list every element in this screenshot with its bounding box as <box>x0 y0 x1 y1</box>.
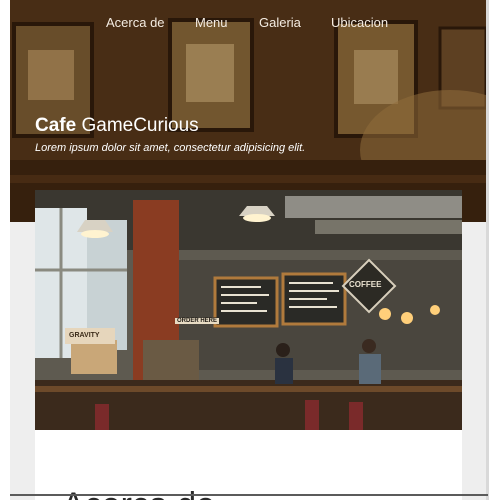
cafe-interior-photo <box>35 190 462 430</box>
hero-header: Acerca de Menu Galeria Ubicacion Cafe Ga… <box>10 0 486 222</box>
viewport-bottom-border <box>10 494 488 496</box>
browser-viewport: Acerca de Menu Galeria Ubicacion Cafe Ga… <box>10 0 486 500</box>
nav-item-galeria[interactable]: Galeria <box>259 14 301 32</box>
top-navigation: Acerca de Menu Galeria Ubicacion <box>10 14 486 34</box>
site-title-rest: GameCurious <box>81 115 199 136</box>
order-here-sign: ORDER HERE <box>175 318 220 324</box>
site-title-bold: Cafe <box>35 115 77 136</box>
site-tagline: Lorem ipsum dolor sit amet, consectetur … <box>35 142 306 154</box>
nav-item-menu[interactable]: Menu <box>195 14 228 32</box>
site-title: Cafe GameCurious <box>35 115 199 137</box>
nav-item-acerca-de[interactable]: Acerca de <box>106 14 165 32</box>
coffee-sign-text: COFFEE <box>349 280 382 289</box>
about-card: COFFEE ORDER HERE GRAVITY Acerca de <box>35 190 462 500</box>
nav-item-ubicacion[interactable]: Ubicacion <box>331 14 388 32</box>
scrollbar-track[interactable] <box>486 0 489 500</box>
gravity-box-label: GRAVITY <box>69 332 100 339</box>
